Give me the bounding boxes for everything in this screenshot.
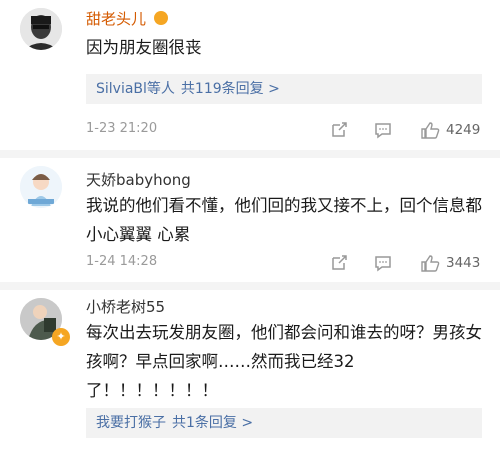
like-button[interactable]: 3443 (420, 252, 480, 274)
username[interactable]: 小桥老树55 (86, 296, 165, 317)
share-button[interactable] (330, 252, 348, 274)
comment-text: 每次出去玩发朋友圈，他们都会问和谁去的呀？男孩女孩啊？早点回家啊……然而我已经3… (86, 323, 482, 400)
comment-text: 因为朋友圈很丧 (86, 38, 202, 57)
reply-users[interactable]: SilviaBl等人 (96, 81, 175, 97)
share-icon (332, 122, 347, 137)
avatar[interactable] (20, 8, 62, 50)
reply-summary[interactable]: SilviaBl等人 共119条回复 > (86, 74, 482, 104)
like-button[interactable]: 4249 (420, 119, 480, 141)
comment-item: 天娇babyhong 我说的他们看不懂，他们回的我又接不上，回个信息都小心翼翼 … (0, 158, 500, 282)
like-icon (421, 122, 440, 139)
share-button[interactable] (330, 119, 348, 141)
divider (0, 150, 500, 158)
avatar[interactable] (20, 166, 62, 208)
comment-icon (375, 256, 391, 272)
comment-item: ✦ 小桥老树55 每次出去玩发朋友圈，他们都会问和谁去的呀？男孩女孩啊？早点回家… (0, 290, 500, 451)
share-icon (332, 255, 347, 270)
comment-meta: 1-23 21:20 4249 (86, 119, 482, 141)
comment-button[interactable] (374, 252, 392, 274)
reply-summary[interactable]: 我要打猴子 共1条回复 > (86, 408, 482, 438)
divider (0, 282, 500, 290)
comment-text: 我说的他们看不懂，他们回的我又接不上，回个信息都小心翼翼 心累 (86, 196, 482, 244)
timestamp: 1-23 21:20 (86, 121, 158, 136)
comment-button[interactable] (374, 119, 392, 141)
vip-badge-icon (153, 11, 168, 25)
reply-users[interactable]: 我要打猴子 (96, 415, 166, 431)
like-icon (421, 255, 440, 272)
like-count: 4249 (446, 122, 481, 138)
username[interactable]: 天娇babyhong (86, 169, 191, 190)
reply-count[interactable]: 共119条回复 > (181, 81, 280, 97)
comment-meta: 1-24 14:28 3443 (86, 252, 482, 274)
comment-icon (375, 123, 391, 139)
reply-count[interactable]: 共1条回复 > (172, 415, 253, 431)
like-count: 3443 (446, 255, 481, 271)
comment-item: 甜老头儿 因为朋友圈很丧 SilviaBl等人 共119条回复 > 1-23 21… (0, 0, 500, 150)
timestamp: 1-24 14:28 (86, 254, 158, 269)
username[interactable]: 甜老头儿 (86, 8, 168, 29)
vip-badge-icon: ✦ (52, 328, 70, 346)
